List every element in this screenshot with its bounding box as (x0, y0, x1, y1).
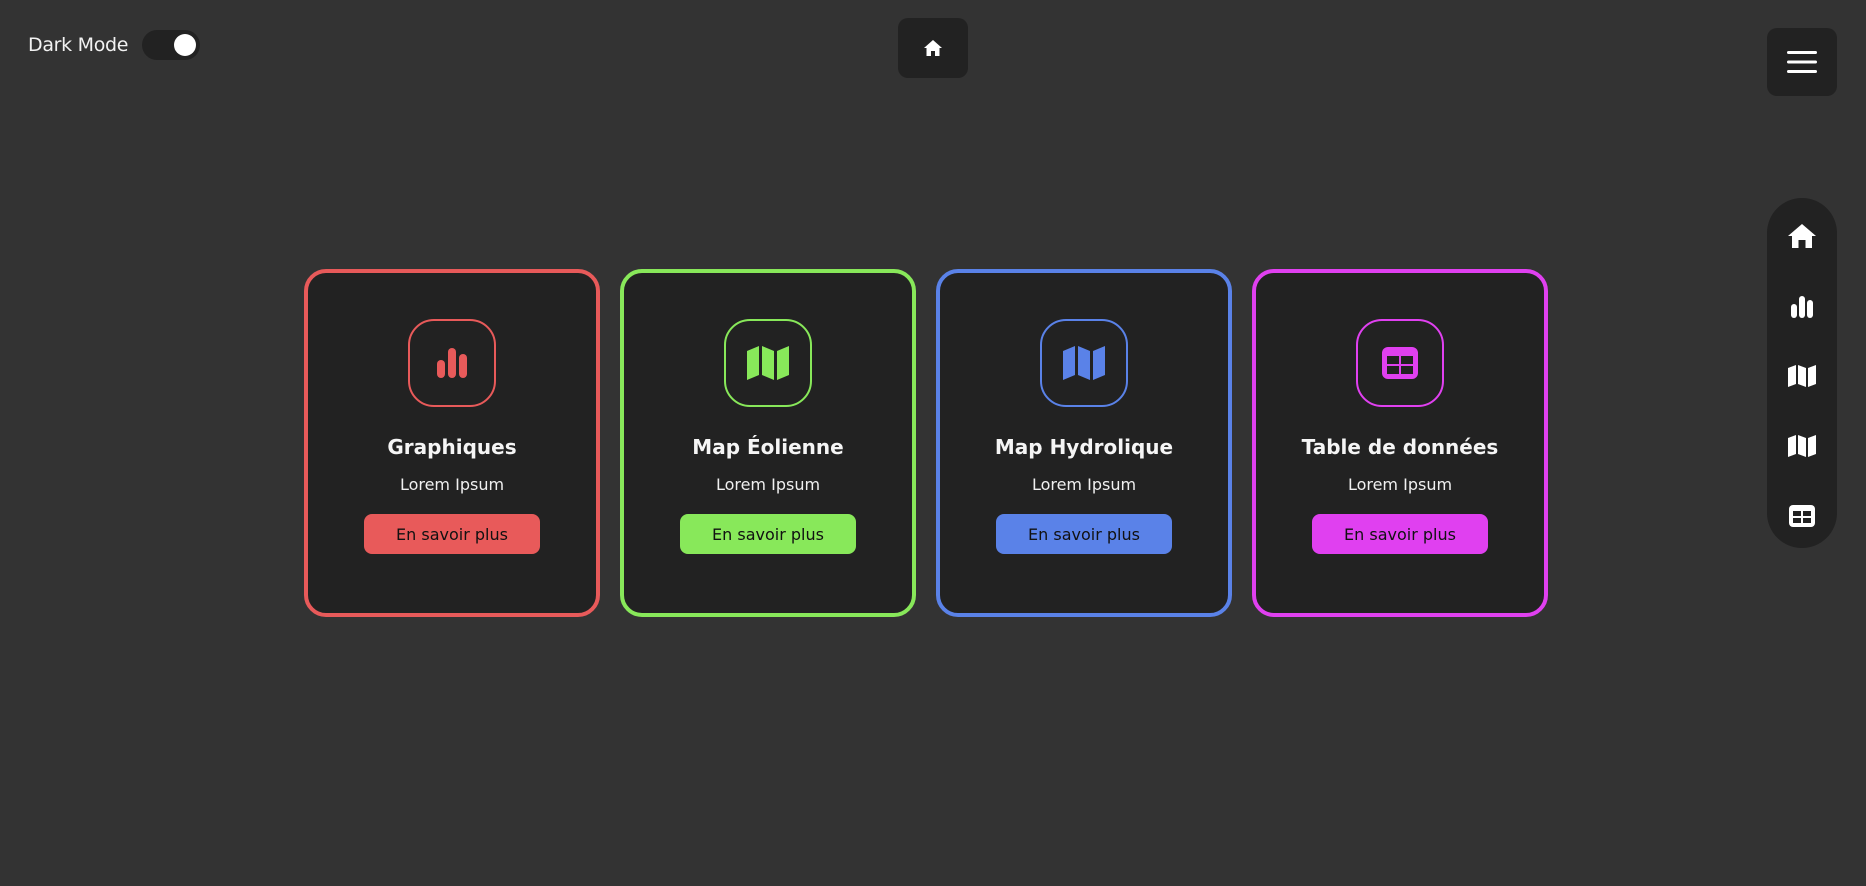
top-home-button[interactable] (898, 18, 968, 78)
map-icon (747, 346, 789, 380)
learn-more-button[interactable]: En savoir plus (1312, 514, 1488, 554)
bar-chart-icon (437, 348, 467, 378)
map-icon (1788, 435, 1816, 457)
card-graphiques: Graphiques Lorem Ipsum En savoir plus (304, 269, 600, 617)
card-icon-frame (1040, 319, 1128, 407)
card-map-eolienne: Map Éolienne Lorem Ipsum En savoir plus (620, 269, 916, 617)
dark-mode-label: Dark Mode (28, 34, 129, 56)
card-title: Table de données (1301, 435, 1499, 459)
card-title: Map Éolienne (692, 435, 844, 459)
card-subtitle: Lorem Ipsum (399, 475, 505, 494)
card-title: Map Hydrolique (994, 435, 1174, 459)
table-icon (1382, 347, 1418, 379)
side-nav-charts[interactable] (1784, 288, 1820, 324)
map-icon (1063, 346, 1105, 380)
dark-mode-control: Dark Mode (28, 30, 201, 60)
side-nav-table[interactable] (1784, 498, 1820, 534)
dark-mode-toggle[interactable] (142, 30, 201, 60)
card-title: Graphiques (387, 435, 517, 459)
side-nav (1767, 198, 1837, 548)
home-icon (1788, 224, 1816, 248)
home-icon (924, 40, 942, 56)
learn-more-button[interactable]: En savoir plus (364, 514, 540, 554)
side-nav-map-hydrolique[interactable] (1784, 428, 1820, 464)
cards-row: Graphiques Lorem Ipsum En savoir plus Ma… (304, 269, 1548, 617)
card-icon-frame (408, 319, 496, 407)
menu-button[interactable] (1767, 28, 1837, 96)
card-table-donnees: Table de données Lorem Ipsum En savoir p… (1252, 269, 1548, 617)
learn-more-button[interactable]: En savoir plus (680, 514, 856, 554)
card-subtitle: Lorem Ipsum (1031, 475, 1137, 494)
hamburger-icon (1787, 51, 1817, 73)
side-nav-home[interactable] (1784, 218, 1820, 254)
card-subtitle: Lorem Ipsum (715, 475, 821, 494)
learn-more-button[interactable]: En savoir plus (996, 514, 1172, 554)
bar-chart-icon (1791, 296, 1813, 318)
card-icon-frame (724, 319, 812, 407)
card-subtitle: Lorem Ipsum (1347, 475, 1453, 494)
card-map-hydrolique: Map Hydrolique Lorem Ipsum En savoir plu… (936, 269, 1232, 617)
toggle-knob (174, 34, 197, 56)
table-icon (1789, 505, 1815, 527)
map-icon (1788, 365, 1816, 387)
card-icon-frame (1356, 319, 1444, 407)
side-nav-map-eolienne[interactable] (1784, 358, 1820, 394)
page: Dark Mode Graphiques Lorem Ipsum En savo… (0, 0, 1866, 886)
